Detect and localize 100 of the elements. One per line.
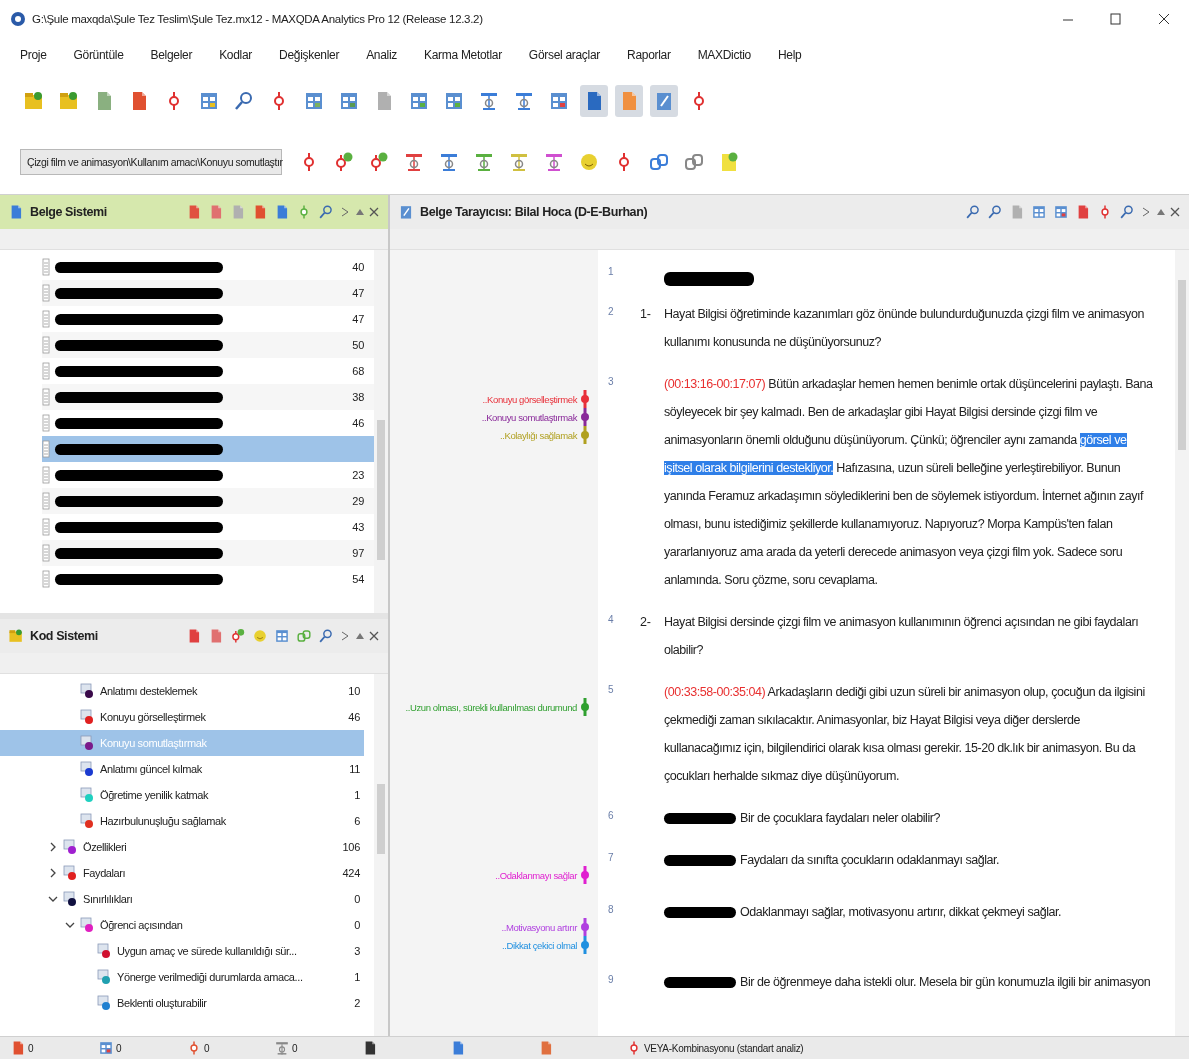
code-item[interactable]: Sınırlılıkları 0 — [0, 886, 364, 912]
chevron-down-icon[interactable] — [48, 894, 58, 904]
code-item[interactable]: Anlatımı desteklemek 10 — [0, 678, 364, 704]
line-number: 3 — [607, 375, 615, 389]
menu-item[interactable]: Görüntüle — [73, 48, 124, 62]
table-icon — [98, 1040, 114, 1056]
code-item[interactable]: Öğrenci açısından 0 — [0, 912, 364, 938]
menu-item[interactable]: Belgeler — [150, 48, 193, 62]
scrollbar[interactable] — [1175, 250, 1189, 1036]
table-icon — [338, 90, 360, 112]
document-icon — [42, 336, 50, 354]
document-icon — [42, 466, 50, 484]
code-set-icon — [403, 151, 425, 173]
code-item[interactable]: Öğretime yenilik katmak 1 — [0, 782, 364, 808]
table-icon — [408, 90, 430, 112]
document-icon — [42, 362, 50, 380]
code-item[interactable]: Anlatımı güncel kılmak 11 — [0, 756, 364, 782]
folder-icon — [23, 90, 45, 112]
chevron-down-icon[interactable] — [65, 920, 75, 930]
line-number: 9 — [607, 973, 615, 987]
search-icon — [987, 204, 1003, 220]
coding-label[interactable]: ..Odaklanmayı sağlar — [495, 869, 577, 881]
code-item[interactable]: Yönerge verilmediği durumlarda amaca... 1 — [0, 964, 364, 990]
document-row[interactable]: 97 — [42, 540, 374, 566]
code-item[interactable]: Konuyu görselleştirmek 46 — [0, 704, 364, 730]
code-set-icon — [513, 90, 535, 112]
analysis-mode: VEYA-Kombinasyonu (standart analiz) — [644, 1042, 804, 1054]
panel-title: Kod Sistemi — [30, 629, 99, 643]
code-item[interactable]: Hazırbulunuşluğu sağlamak 6 — [0, 808, 364, 834]
folder-icon — [8, 628, 24, 644]
code-item[interactable]: Özellikleri 106 — [0, 834, 364, 860]
list-number: 2- — [640, 614, 652, 631]
menu-item[interactable]: Analiz — [366, 48, 397, 62]
link-icon — [683, 151, 705, 173]
menu-item[interactable]: Görsel araçlar — [528, 48, 600, 62]
menu-item[interactable]: Değişkenler — [279, 48, 340, 62]
window-title: G:\Şule maxqda\Şule Tez Teslim\Şule Tez.mx12 - MAXQDA Analytics Pro 12 (Release 12.3.2) — [32, 13, 484, 25]
coding-label[interactable]: ..Konuyu somutlaştırmak — [481, 411, 577, 423]
search-icon — [318, 628, 334, 644]
menu-item[interactable]: Proje — [20, 48, 47, 62]
paragraph-text: Odaklanmayı sağlar, motivasyonu artırır, dikkat çekmeyi sağlar. — [740, 904, 1062, 921]
code-set-icon — [438, 151, 460, 173]
menu-item[interactable]: Help — [777, 48, 802, 62]
line-number: 1 — [607, 265, 615, 279]
app-logo-icon — [10, 11, 26, 27]
search-icon — [965, 204, 981, 220]
status-count: 0 — [28, 1042, 34, 1054]
code-plus-icon — [230, 628, 246, 644]
document-icon — [42, 518, 50, 536]
panel-controls-icon[interactable] — [340, 630, 380, 642]
menu-item[interactable]: Kodlar — [219, 48, 253, 62]
scrollbar[interactable] — [374, 250, 388, 613]
coding-marker-icon[interactable] — [580, 698, 590, 716]
paragraph-text: Hayat Bilgisi dersinde çizgi film ve animasyon kullanımının öğrenci açısından ne gibi faydaları olabilir? — [664, 614, 1140, 659]
chevron-right-icon[interactable] — [48, 842, 58, 852]
paragraph-text: Faydaları da sınıfta çocukların odaklanmayı sağlar. — [740, 852, 1000, 869]
code-dropdown[interactable]: Çizgi film ve animasyon\Kullanım amacı\Konuyu somutlaştır — [20, 149, 282, 175]
code-set-icon — [274, 1040, 290, 1056]
code-plus-icon — [368, 151, 390, 173]
code-set-icon — [478, 90, 500, 112]
document-icon — [42, 388, 50, 406]
coding-marker-icon[interactable] — [580, 918, 590, 936]
document-icon — [42, 284, 50, 302]
search-icon — [318, 204, 334, 220]
line-number: 2 — [607, 305, 615, 319]
table-icon — [1031, 204, 1047, 220]
coding-label[interactable]: ..Konuyu görselleştirmek — [482, 393, 577, 405]
code-item[interactable]: Beklenti oluşturabilir 2 — [0, 990, 364, 1016]
document-row[interactable]: 29 — [42, 488, 374, 514]
chevron-right-icon[interactable] — [48, 868, 58, 878]
line-number: 6 — [607, 809, 615, 823]
code-set-icon — [543, 151, 565, 173]
code-item[interactable]: Faydaları 424 — [0, 860, 364, 886]
panel-controls-icon[interactable] — [340, 206, 380, 218]
document-row[interactable]: 47 — [42, 280, 374, 306]
link-icon — [648, 151, 670, 173]
menu-item[interactable]: MAXDictio — [697, 48, 751, 62]
coding-label[interactable]: ..Motivasyonu artırır — [501, 921, 577, 933]
coding-marker-icon[interactable] — [580, 936, 590, 954]
coding-marker-icon[interactable] — [580, 408, 590, 426]
search-icon — [1119, 204, 1135, 220]
code-item[interactable]: Uygun amaç ve sürede kullanıldığı sür... 3 — [0, 938, 364, 964]
panel-title: Belge Tarayıcısı: Bilal Hoca (D-E-Burhan) — [420, 205, 649, 219]
code-set-icon — [473, 151, 495, 173]
document-row[interactable]: 50 — [42, 332, 374, 358]
smiley-icon — [578, 151, 600, 173]
panel-title: Belge Sistemi — [30, 205, 108, 219]
list-number: 1- — [640, 306, 652, 323]
menu-item[interactable]: Karma Metotlar — [424, 48, 502, 62]
coding-marker-icon[interactable] — [580, 390, 590, 408]
panel-controls-icon[interactable] — [1141, 206, 1181, 218]
scrollbar[interactable] — [374, 674, 388, 1036]
coding-marker-icon[interactable] — [580, 866, 590, 884]
table-icon — [274, 628, 290, 644]
paragraph-text: (00:33:58-00:35:04) Arkadaşların dediği gibi uzun süreli bir animasyon olup, çocuğun da ilgisini çekmediği zaman sıkılacaktır. Animasyonlar, biz Hayat Bilgisi veya diğer derslerde kullanacağımız için, bilgilendirici olarak kısa olması gerekir. 15-20 dk.lık bir animasyon. Bu da çocukları herhalde sıkmaz diye düşünüyorum. — [664, 684, 1146, 785]
document-row[interactable] — [42, 436, 374, 462]
document-row[interactable]: 38 — [42, 384, 374, 410]
menu-item[interactable]: Raporlar — [627, 48, 671, 62]
status-count: 0 — [292, 1042, 298, 1054]
coding-marker-icon[interactable] — [580, 426, 590, 444]
